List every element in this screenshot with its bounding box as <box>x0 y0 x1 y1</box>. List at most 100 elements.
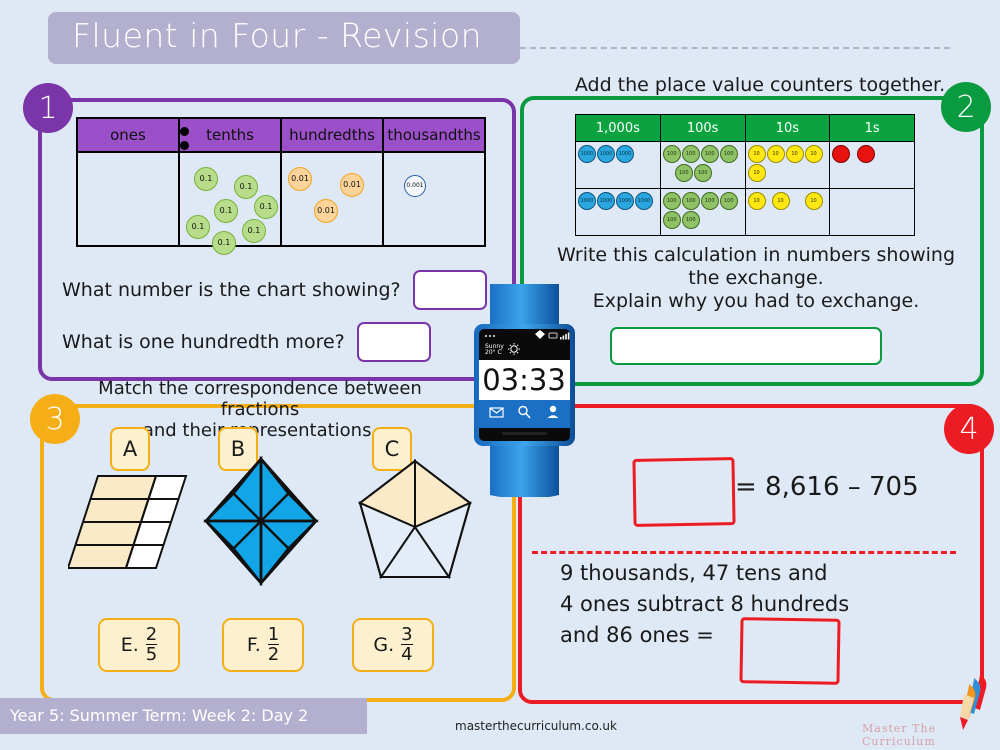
counter-1000: 1000 <box>616 145 634 163</box>
counter-100: 100 <box>681 145 700 163</box>
hundredths-cell: 0.01 0.01 0.01 <box>282 153 384 245</box>
menu-icon <box>484 334 496 338</box>
shape-c-pentagon <box>358 458 472 580</box>
weather-temperature: 20° C <box>485 349 502 356</box>
column-header-thousandths: thousandths <box>387 126 481 144</box>
fraction-card-e-label: E. <box>120 634 139 656</box>
instruction-line-1: Write this calculation in numbers showin… <box>556 244 956 266</box>
section-2-answer-box[interactable] <box>610 327 882 365</box>
counter-tenth: 0.1 <box>214 199 238 223</box>
counters-table-header: 1,000s 100s 10s 1s <box>576 115 914 141</box>
denominator: 2 <box>267 644 280 665</box>
denominator: 5 <box>145 644 158 665</box>
counter-tenth: 0.1 <box>234 175 258 199</box>
footer-website: masterthecurriculum.co.uk <box>455 719 617 733</box>
title-dashed-rule <box>520 47 950 49</box>
shape-b-diamond <box>203 455 319 587</box>
counter-100: 100 <box>700 145 719 163</box>
fraction-e-value: 2 5 <box>145 625 158 665</box>
fraction-card-f[interactable]: F. 1 2 <box>222 618 304 672</box>
row1-tens-cell: 10 10 10 10 10 <box>746 142 831 188</box>
counter-tenth: 0.1 <box>186 215 210 239</box>
section-2-title: Add the place value counters together. <box>574 74 946 96</box>
column-header-hundreds: 100s <box>661 115 746 141</box>
counter-tenth: 0.1 <box>254 195 278 219</box>
place-value-chart-header: ones tenths hundredths thousandths <box>78 119 484 151</box>
question-2-label: What is one hundredth more? <box>62 331 345 353</box>
counter-hundredth: 0.01 <box>314 199 338 223</box>
tenths-cell: 0.1 0.1 0.1 0.1 0.1 0.1 0.1 <box>180 153 282 255</box>
watch-speaker-grille <box>502 432 547 435</box>
section-2-instruction: Write this calculation in numbers showin… <box>556 244 956 313</box>
pencil-logo-icon <box>960 674 987 730</box>
decimal-point-marker <box>180 127 189 136</box>
shape-a-parallelogram <box>68 475 188 569</box>
counter-thousandth: 0.001 <box>404 175 426 197</box>
fraction-card-g[interactable]: G. 3 4 <box>352 618 434 672</box>
counter-100: 100 <box>662 192 681 210</box>
word-problem-line-2: 4 ones subtract 8 hundreds <box>560 592 850 616</box>
counter-100: 100 <box>719 192 738 210</box>
counter-1: 1 <box>832 145 851 163</box>
counter-tenth: 0.1 <box>212 231 236 255</box>
counter-10: 10 <box>747 145 766 163</box>
counter-1000: 1000 <box>635 192 653 210</box>
section-3-title-line-1: Match the correspondence between fractio… <box>98 378 422 420</box>
counter-tenth: 0.1 <box>194 167 218 191</box>
row2-hundreds-cell: 100 100 100 100 100 100 <box>661 189 746 235</box>
counter-hundredth: 0.01 <box>288 167 312 191</box>
section-4-badge: 4 <box>944 404 994 454</box>
watch-time: 03:33 <box>482 363 566 397</box>
section-4-word-problem: 9 thousands, 47 tens and 4 ones subtract… <box>560 558 890 651</box>
numerator: 3 <box>401 623 413 645</box>
column-header-tens: 10s <box>746 115 831 141</box>
page-title: Fluent in Four - Revision <box>72 16 483 55</box>
counter-100: 100 <box>681 211 700 229</box>
decimal-point-marker <box>180 141 189 150</box>
counter-100: 100 <box>674 164 693 182</box>
fraction-card-e[interactable]: E. 2 5 <box>98 618 180 672</box>
section-4-answer-box-1[interactable] <box>632 457 736 527</box>
fraction-f-value: 1 2 <box>267 623 280 665</box>
question-1-label: What number is the chart showing? <box>62 279 401 301</box>
instruction-line-2: the exchange. <box>688 267 824 289</box>
word-problem-line-3: and 86 ones = <box>560 623 714 647</box>
row2-tens-cell: 10 10 10 <box>746 189 831 235</box>
section-2-badge: 2 <box>941 82 991 132</box>
column-header-ones: 1s <box>864 120 880 136</box>
counter-100: 100 <box>719 145 738 163</box>
section-4-answer-box-2[interactable] <box>739 617 841 685</box>
counter-tenth: 0.1 <box>242 219 266 243</box>
fraction-g-value: 3 4 <box>401 623 413 665</box>
denominator: 4 <box>401 644 413 665</box>
word-problem-line-1: 9 thousands, 47 tens and <box>560 561 828 585</box>
counter-1000: 1000 <box>578 192 596 210</box>
thousandths-cell: 0.001 <box>384 153 484 245</box>
counter-100: 100 <box>700 192 719 210</box>
counter-10: 10 <box>766 145 785 163</box>
row2-ones-cell <box>830 189 914 235</box>
counter-1000: 1000 <box>616 192 634 210</box>
table-row: 1000 1000 1000 1000 100 100 100 100 100 … <box>576 188 914 235</box>
numerator: 1 <box>267 623 280 645</box>
question-2-answer-box[interactable] <box>356 322 431 362</box>
counter-1: 1 <box>857 145 876 163</box>
column-header-thousands: 1,000s <box>576 115 661 141</box>
section-4-equation: = 8,616 – 705 <box>735 472 919 502</box>
counter-1000: 1000 <box>597 192 615 210</box>
watch-strap-bottom <box>490 442 559 497</box>
row1-hundreds-cell: 100 100 100 100 100 100 <box>661 142 746 188</box>
place-value-chart-body: 0.1 0.1 0.1 0.1 0.1 0.1 0.1 0.01 0.01 0.… <box>78 151 484 255</box>
row1-thousands-cell: 1000 1000 1000 <box>576 142 661 188</box>
instruction-line-3: Explain why you had to exchange. <box>592 290 920 312</box>
counter-10: 10 <box>747 164 766 182</box>
shape-label-a: A <box>110 427 150 471</box>
footer-term-info: Year 5: Summer Term: Week 2: Day 2 <box>10 706 309 725</box>
smartwatch-graphic: Sunny 20° C 03:33 <box>474 284 575 497</box>
counter-10: 10 <box>804 192 823 210</box>
counter-10: 10 <box>804 145 823 163</box>
counter-1000: 1000 <box>597 145 615 163</box>
column-header-hundredths: hundredths <box>282 119 384 151</box>
ones-cell <box>78 153 180 245</box>
place-value-chart: ones tenths hundredths thousandths 0.1 0… <box>76 117 486 255</box>
